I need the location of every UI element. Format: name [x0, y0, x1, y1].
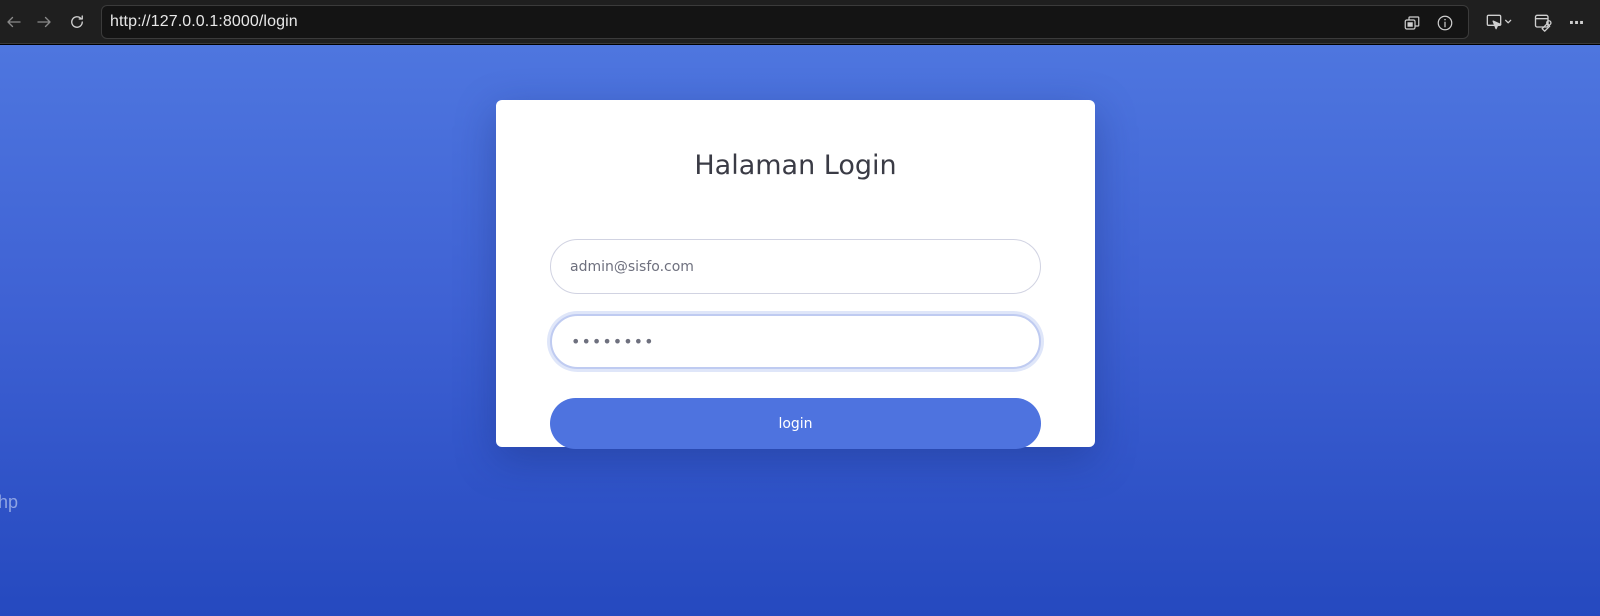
- cast-icon[interactable]: [1481, 10, 1517, 34]
- page-title: Halaman Login: [694, 150, 897, 181]
- browser-toolbar: http://127.0.0.1:8000/login ···: [0, 0, 1600, 44]
- login-button[interactable]: login: [550, 398, 1041, 449]
- more-menu-icon[interactable]: ···: [1564, 10, 1588, 34]
- refresh-icon[interactable]: [65, 10, 89, 34]
- tab-actions-icon[interactable]: [1402, 13, 1422, 33]
- extensions-icon[interactable]: [1531, 10, 1555, 34]
- background-text: php: [0, 492, 19, 512]
- forward-arrow-icon[interactable]: [32, 10, 56, 34]
- password-field[interactable]: [550, 314, 1041, 369]
- back-arrow-icon[interactable]: [2, 10, 26, 34]
- site-info-icon[interactable]: [1435, 13, 1455, 33]
- page-viewport: php Halaman Login login: [0, 45, 1600, 616]
- address-bar[interactable]: http://127.0.0.1:8000/login: [101, 5, 1469, 39]
- email-field[interactable]: [550, 239, 1041, 294]
- url-text[interactable]: http://127.0.0.1:8000/login: [110, 13, 298, 31]
- login-card: Halaman Login login: [496, 100, 1095, 449]
